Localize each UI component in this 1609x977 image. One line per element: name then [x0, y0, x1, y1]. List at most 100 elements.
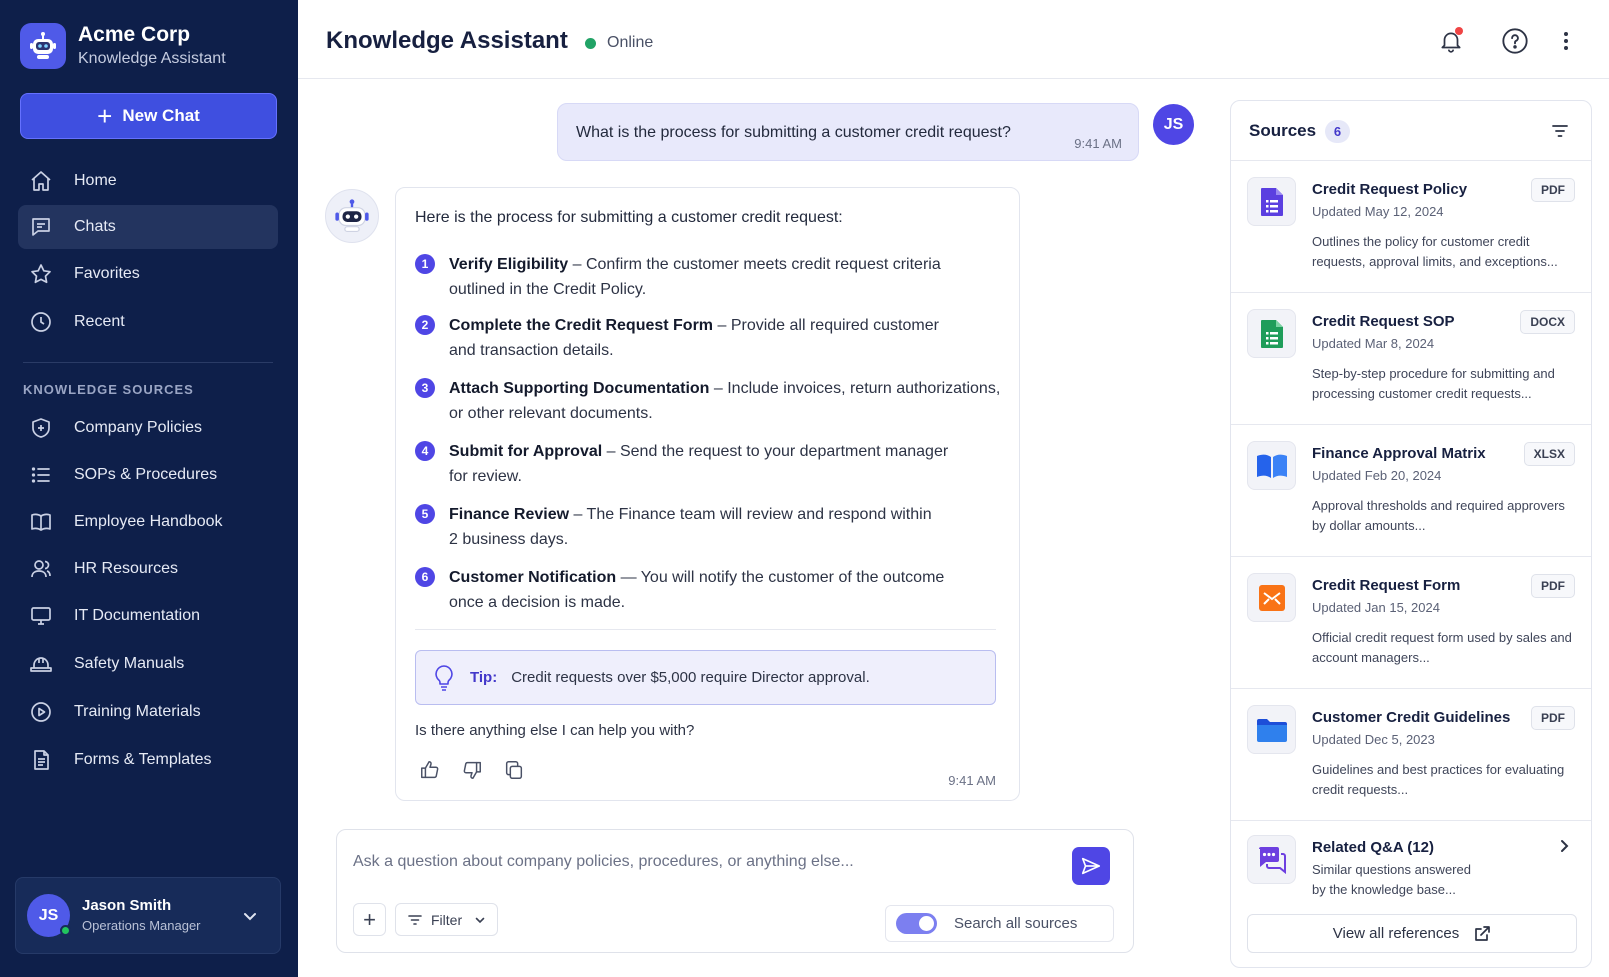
source-label: Training Materials [74, 703, 201, 720]
user-message-text: What is the process for submitting a cus… [576, 124, 1011, 141]
file-type-badge: PDF [1531, 574, 1575, 598]
message-input[interactable] [353, 848, 1043, 876]
assistant-message-card: Here is the process for submitting a cus… [395, 187, 1020, 801]
folder-blue-icon [1247, 705, 1296, 754]
source-it-documentation[interactable]: IT Documentation [18, 594, 278, 638]
home-icon [28, 168, 54, 194]
user-role: Operations Manager [82, 918, 201, 933]
message-composer: + Filter Search all sources [336, 829, 1134, 953]
source-employee-handbook[interactable]: Employee Handbook [18, 500, 278, 544]
notifications-button[interactable] [1436, 26, 1466, 56]
nav-item-chats[interactable]: Chats [18, 205, 278, 249]
more-options-button[interactable] [1551, 26, 1581, 56]
source-card[interactable]: Credit Request Policy Updated May 12, 20… [1231, 161, 1591, 293]
book-blue-icon [1247, 441, 1296, 490]
source-name: Credit Request SOP [1312, 313, 1455, 330]
brand-subtitle: Knowledge Assistant [78, 50, 226, 67]
source-card[interactable]: Credit Request SOP Updated Mar 8, 2024 S… [1231, 293, 1591, 425]
related-qa-description: Similar questions answered by the knowle… [1312, 862, 1471, 897]
filter-icon [407, 912, 423, 928]
monitor-icon [28, 603, 54, 629]
tip-label: Tip: [470, 669, 498, 686]
process-step: 1 Verify Eligibility – Confirm the custo… [415, 252, 1005, 302]
source-company-policies[interactable]: Company Policies [18, 406, 278, 450]
related-qa-link[interactable]: Related Q&A (12) Similar questions answe… [1231, 819, 1591, 911]
chevron-down-icon [474, 914, 486, 926]
nav-item-recent[interactable]: Recent [18, 300, 278, 344]
help-icon [1501, 27, 1529, 55]
source-forms-templates[interactable]: Forms & Templates [18, 738, 278, 782]
source-updated: Updated Mar 8, 2024 [1312, 336, 1435, 351]
step-text: – Send the request to your department ma… [602, 443, 949, 460]
avatar-initials: JS [1163, 115, 1184, 133]
bot-avatar-icon [325, 189, 379, 243]
step-text-continued: 2 business days. [449, 531, 569, 548]
source-sops-procedures[interactable]: SOPs & Procedures [18, 453, 278, 497]
source-card[interactable]: Credit Request Form Updated Jan 15, 2024… [1231, 557, 1591, 689]
lightbulb-icon [432, 664, 456, 692]
chevron-down-icon[interactable] [242, 908, 258, 924]
robot-logo-icon [20, 23, 66, 69]
search-all-toggle[interactable] [896, 913, 937, 934]
nav-label: Favorites [74, 265, 140, 282]
new-chat-button[interactable]: + New Chat [20, 93, 277, 139]
filter-button[interactable]: Filter [395, 903, 498, 936]
thumbs-down-icon[interactable] [460, 758, 484, 782]
search-all-sources-toggle-row: Search all sources [885, 905, 1114, 942]
chevron-right-icon [1557, 839, 1571, 853]
sidebar: Acme Corp Knowledge Assistant + New Chat… [0, 0, 298, 977]
source-label: IT Documentation [74, 607, 200, 624]
book-icon [28, 509, 54, 535]
sources-filter-button[interactable] [1549, 120, 1571, 142]
doc-purple-icon [1247, 177, 1296, 226]
avatar-initials: JS [38, 906, 59, 924]
sources-panel: Sources 6 Credit Request Policy Updated … [1230, 100, 1592, 968]
process-step: 2 Complete the Credit Request Form – Pro… [415, 313, 1005, 363]
thumbs-up-icon[interactable] [418, 758, 442, 782]
view-all-references-button[interactable]: View all references [1247, 914, 1577, 953]
search-all-label: Search all sources [954, 915, 1078, 932]
step-text-continued: outlined in the Credit Policy. [449, 281, 647, 298]
add-attachment-button[interactable]: + [353, 903, 386, 936]
step-number: 3 [415, 378, 435, 398]
send-icon [1080, 855, 1102, 877]
filter-label: Filter [431, 911, 463, 928]
nav-item-favorites[interactable]: Favorites [18, 252, 278, 296]
source-updated: Updated Jan 15, 2024 [1312, 600, 1440, 615]
knowledge-sources-title: KNOWLEDGE SOURCES [23, 382, 194, 397]
page-title: Knowledge Assistant [326, 27, 568, 54]
process-step: 5 Finance Review – The Finance team will… [415, 502, 1005, 552]
hard-hat-icon [28, 651, 54, 677]
help-button[interactable] [1500, 26, 1530, 56]
source-hr-resources[interactable]: HR Resources [18, 547, 278, 591]
send-button[interactable] [1072, 847, 1110, 885]
file-type-badge: DOCX [1520, 310, 1575, 334]
source-description: Step-by-step procedure for submitting an… [1312, 366, 1555, 401]
source-updated: Updated Feb 20, 2024 [1312, 468, 1442, 483]
nav-item-home[interactable]: Home [18, 159, 278, 203]
avatar: JS [1153, 104, 1194, 145]
source-card[interactable]: Customer Credit Guidelines Updated Dec 5… [1231, 689, 1591, 821]
source-description: Outlines the policy for customer credit … [1312, 234, 1558, 269]
user-name: Jason Smith [82, 897, 172, 914]
user-profile-card[interactable]: JS Jason Smith Operations Manager [15, 877, 281, 954]
followup-question: Is there anything else I can help you wi… [415, 722, 695, 739]
source-name: Customer Credit Guidelines [1312, 709, 1511, 726]
list-icon [28, 462, 54, 488]
document-icon [28, 747, 54, 773]
status-label: Online [607, 34, 654, 51]
step-text: – Provide all required customer [713, 317, 939, 334]
shield-icon [28, 415, 54, 441]
process-step: 6 Customer Notification — You will notif… [415, 565, 1005, 615]
step-text-continued: once a decision is made. [449, 594, 626, 611]
source-safety-manuals[interactable]: Safety Manuals [18, 642, 278, 686]
source-card[interactable]: Finance Approval Matrix Updated Feb 20, … [1231, 425, 1591, 557]
copy-icon[interactable] [502, 758, 526, 782]
sources-count-badge: 6 [1325, 120, 1350, 143]
file-type-badge: XLSX [1523, 442, 1575, 466]
step-title: Finance Review [449, 506, 570, 523]
source-label: HR Resources [74, 560, 179, 577]
step-text: – Confirm the customer meets credit requ… [568, 256, 941, 273]
source-training-materials[interactable]: Training Materials [18, 690, 278, 734]
plus-icon: + [363, 906, 376, 932]
